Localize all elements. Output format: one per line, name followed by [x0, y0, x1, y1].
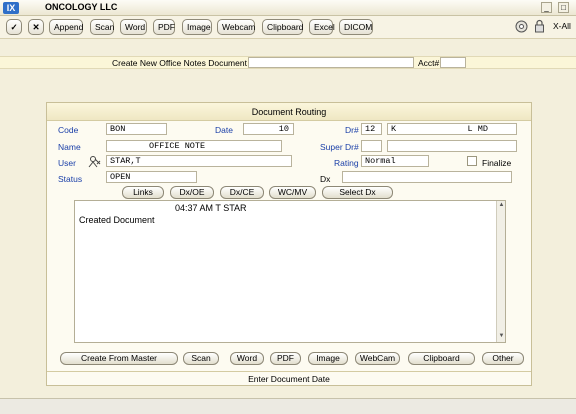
gear-icon[interactable] — [515, 20, 528, 33]
note-header: 04:37 AM T STAR — [175, 203, 247, 213]
name-field[interactable]: OFFICE NOTE — [106, 140, 282, 152]
acct-field[interactable] — [440, 57, 466, 68]
dicom-button[interactable]: DICOM — [339, 19, 373, 35]
code-field[interactable]: BON — [106, 123, 167, 135]
rating-field[interactable]: Normal — [361, 155, 429, 167]
scroll-down-icon[interactable]: ▼ — [498, 333, 505, 340]
dr-label: Dr# — [345, 125, 359, 135]
dr-number-field[interactable]: 12 — [361, 123, 382, 135]
super-dr-number-field[interactable] — [361, 140, 382, 152]
status-message: Enter Document Date — [47, 371, 531, 385]
minimize-button[interactable]: _ — [541, 2, 552, 13]
app-icon: IX — [3, 2, 19, 14]
name-label: Name — [58, 142, 81, 152]
status-label: Status — [58, 174, 83, 184]
clipboard-doc-button[interactable]: Clipboard — [408, 352, 475, 365]
window-bottom-strip — [0, 398, 576, 414]
select-dx-button[interactable]: Select Dx — [322, 186, 393, 199]
status-field[interactable]: OPEN — [106, 171, 197, 183]
notes-text-area[interactable]: 04:37 AM T STAR Created Document ▲ ▼ — [74, 200, 506, 343]
user-lookup-icon[interactable] — [88, 155, 102, 168]
finalize-label: Finalize — [482, 158, 512, 168]
create-from-master-button[interactable]: Create From Master — [60, 352, 178, 365]
image-doc-button[interactable]: Image — [308, 352, 348, 365]
scroll-up-icon[interactable]: ▲ — [498, 202, 505, 209]
notes-title: Create New Office Notes Document — [112, 58, 247, 68]
x-all-button[interactable]: X-All — [553, 21, 571, 31]
maximize-button[interactable]: □ — [558, 2, 569, 13]
other-doc-button[interactable]: Other — [482, 352, 524, 365]
pdf-button[interactable]: PDF — [153, 19, 175, 35]
lock-icon[interactable] — [534, 19, 545, 33]
accept-icon[interactable]: ✓ — [6, 19, 22, 35]
title-bar: IX ONCOLOGY LLC _ □ — [0, 0, 576, 16]
date-label: Date — [215, 125, 233, 135]
user-field[interactable]: STAR,T — [106, 155, 292, 167]
note-body: Created Document — [79, 215, 155, 225]
clipboard-button[interactable]: Clipboard — [262, 19, 303, 35]
finalize-checkbox[interactable] — [467, 156, 477, 166]
dx-label: Dx — [320, 174, 331, 184]
rating-label: Rating — [334, 158, 359, 168]
excel-button[interactable]: Excel — [309, 19, 335, 35]
scan-button[interactable]: Scan — [90, 19, 114, 35]
scan-doc-button[interactable]: Scan — [183, 352, 219, 365]
document-routing-panel: Document Routing Code BON Date 10 Dr# 12… — [46, 102, 532, 386]
super-dr-label: Super Dr# — [320, 142, 359, 152]
cancel-icon[interactable]: ✕ — [28, 19, 44, 35]
code-label: Code — [58, 125, 79, 135]
webcam-button[interactable]: Webcam — [217, 19, 255, 35]
word-button[interactable]: Word — [120, 19, 147, 35]
super-dr-name-field[interactable] — [387, 140, 517, 152]
wc-mv-button[interactable]: WC/MV — [269, 186, 316, 199]
window-title: ONCOLOGY LLC — [45, 2, 118, 12]
dx-field[interactable] — [342, 171, 512, 183]
panel-title: Document Routing — [47, 103, 531, 121]
toolbar: ✓ ✕ Append Scan Word PDF Image Webcam Cl… — [0, 16, 576, 39]
user-label: User — [58, 158, 76, 168]
append-button[interactable]: Append — [49, 19, 83, 35]
word-doc-button[interactable]: Word — [230, 352, 264, 365]
links-button[interactable]: Links — [122, 186, 164, 199]
pdf-doc-button[interactable]: PDF — [270, 352, 301, 365]
dx-ce-button[interactable]: Dx/CE — [220, 186, 264, 199]
notes-title-field[interactable] — [248, 57, 414, 68]
vertical-scrollbar[interactable]: ▲ ▼ — [496, 201, 505, 342]
acct-label: Acct# — [418, 58, 440, 68]
date-field[interactable]: 10 — [243, 123, 294, 135]
image-button[interactable]: Image — [182, 19, 212, 35]
webcam-doc-button[interactable]: WebCam — [355, 352, 400, 365]
office-notes-bar: Create New Office Notes Document Acct# — [0, 56, 576, 69]
dr-name-field[interactable]: K L MD — [387, 123, 517, 135]
dx-oe-button[interactable]: Dx/OE — [170, 186, 214, 199]
